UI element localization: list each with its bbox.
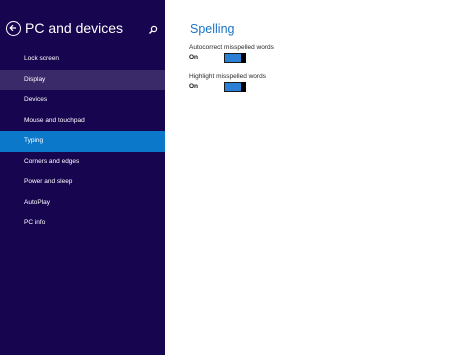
sidebar-item-label: Power and sleep xyxy=(24,178,73,185)
settings-window: PC and devices Lock screen Display Devic… xyxy=(0,0,474,355)
highlight-toggle[interactable] xyxy=(224,82,246,92)
back-button[interactable] xyxy=(6,21,21,36)
autocorrect-state: On xyxy=(189,54,199,61)
main-content: Spelling Autocorrect misspelled words On… xyxy=(165,0,474,355)
sidebar-item-pc-info[interactable]: PC info xyxy=(0,213,165,234)
sidebar-item-typing[interactable]: Typing xyxy=(0,131,165,152)
toggle-thumb xyxy=(241,82,246,92)
sidebar-item-lock-screen[interactable]: Lock screen xyxy=(0,49,165,70)
sidebar-item-devices[interactable]: Devices xyxy=(0,90,165,111)
sidebar-item-label: AutoPlay xyxy=(24,198,51,206)
highlight-state: On xyxy=(189,83,199,90)
autocorrect-toggle[interactable] xyxy=(224,53,246,63)
sidebar-item-display[interactable]: Display xyxy=(0,69,165,90)
search-button[interactable] xyxy=(147,23,159,35)
sidebar-item-corners-and-edges[interactable]: Corners and edges xyxy=(0,152,165,173)
sidebar-item-label: PC info xyxy=(24,219,46,226)
highlight-label: Highlight misspelled words xyxy=(189,73,266,80)
sidebar-item-label: Mouse and touchpad xyxy=(24,116,85,124)
page-title: PC and devices xyxy=(25,20,124,36)
sidebar-item-power-and-sleep[interactable]: Power and sleep xyxy=(0,172,165,193)
autocorrect-label: Autocorrect misspelled words xyxy=(189,44,274,51)
back-arrow-icon xyxy=(9,24,16,32)
sidebar-item-autoplay[interactable]: AutoPlay xyxy=(0,193,165,214)
section-title-spelling: Spelling xyxy=(190,22,235,36)
sidebar-item-label: Corners and edges xyxy=(24,157,80,165)
sidebar: PC and devices Lock screen Display Devic… xyxy=(0,0,165,355)
sidebar-item-mouse-and-touchpad[interactable]: Mouse and touchpad xyxy=(0,111,165,132)
sidebar-item-label: Devices xyxy=(24,96,48,103)
sidebar-item-label: Lock screen xyxy=(24,55,60,62)
sidebar-nav: Lock screen Display Devices Mouse and to… xyxy=(0,49,165,234)
toggle-thumb xyxy=(241,53,246,63)
sidebar-item-label: Display xyxy=(24,75,46,83)
sidebar-item-label: Typing xyxy=(24,137,44,144)
search-icon xyxy=(149,25,158,34)
